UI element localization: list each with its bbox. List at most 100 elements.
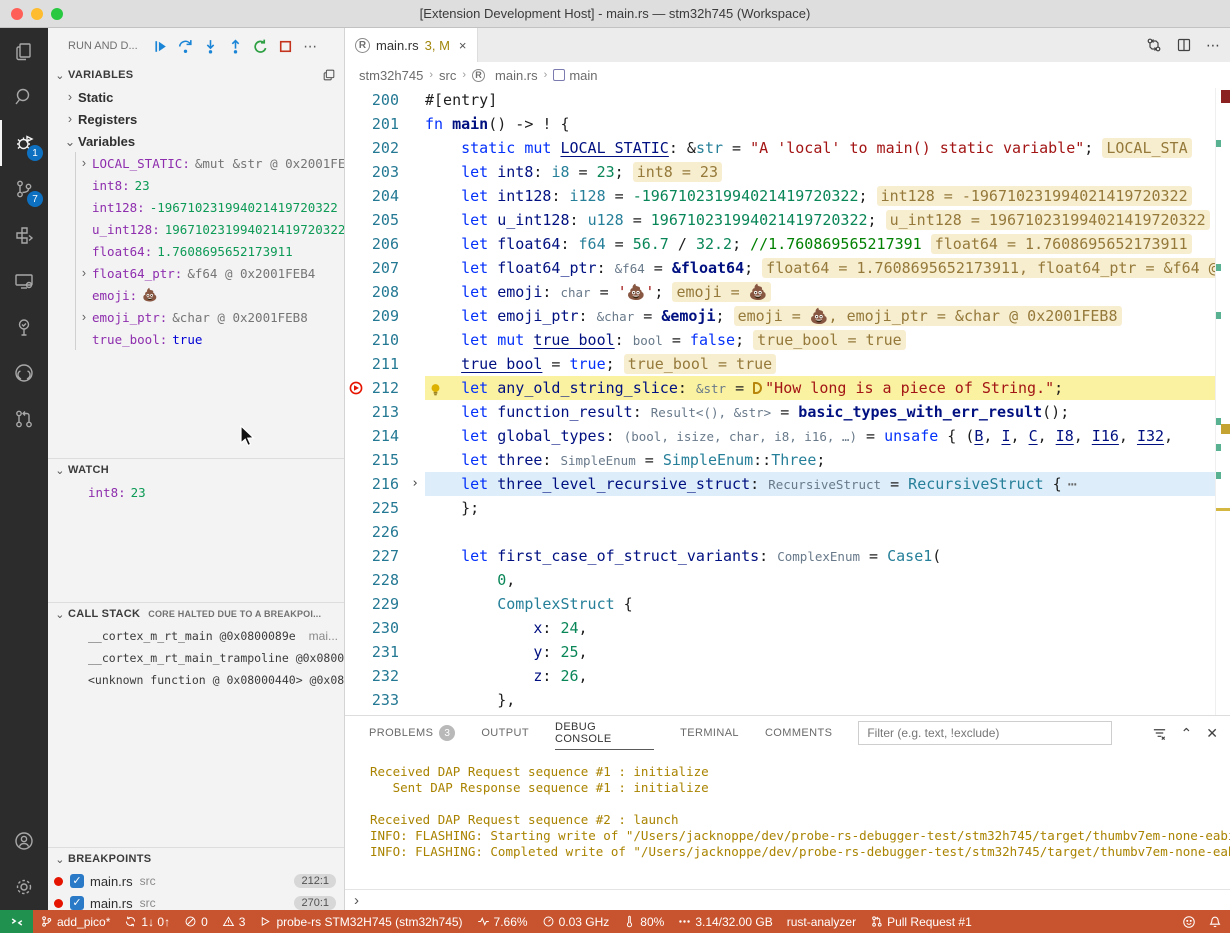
breakpoint-row[interactable]: ✓main.rssrc212:1 <box>48 870 344 892</box>
source-control-icon[interactable]: 7 <box>0 166 48 212</box>
remote-explorer-icon[interactable] <box>0 258 48 304</box>
code-line-213[interactable]: 213 let function_result: Result<(), &str… <box>345 400 1230 424</box>
panel-tab-comments[interactable]: COMMENTS <box>765 716 832 750</box>
breakpoints-header[interactable]: ⌄ BREAKPOINTS <box>48 848 344 870</box>
breakpoint-margin[interactable] <box>345 328 367 352</box>
breakpoint-margin[interactable] <box>345 256 367 280</box>
remote-indicator[interactable] <box>0 910 33 933</box>
breakpoint-row[interactable]: ✓main.rssrc270:1 <box>48 892 344 910</box>
breakpoint-checkbox[interactable]: ✓ <box>70 874 84 888</box>
debug-console-input-row[interactable]: › <box>345 889 1230 910</box>
panel-tab-terminal[interactable]: TERMINAL <box>680 716 739 750</box>
console-filter-input[interactable] <box>858 721 1111 745</box>
editor-more-actions-icon[interactable]: ⋯ <box>1206 37 1220 54</box>
breakpoint-margin[interactable] <box>345 592 367 616</box>
variable-row[interactable]: int128:-196710231994021419720322 <box>76 196 344 218</box>
current-breakpoint-icon[interactable] <box>345 376 367 400</box>
panel-tab-debug-console[interactable]: DEBUG CONSOLE <box>555 716 654 750</box>
variable-row[interactable]: emoji:💩 <box>76 284 344 306</box>
code-line-202[interactable]: 202 static mut LOCAL_STATIC: &str = "A '… <box>345 136 1230 160</box>
close-panel-icon[interactable]: ✕ <box>1206 725 1218 742</box>
code-line-232[interactable]: 232 z: 26, <box>345 664 1230 688</box>
breakpoint-margin[interactable] <box>345 184 367 208</box>
breakpoint-margin[interactable] <box>345 712 367 715</box>
run-and-debug-icon[interactable]: 1 <box>0 120 48 166</box>
code-line-216[interactable]: 216› let three_level_recursive_struct: R… <box>345 472 1230 496</box>
code-line-228[interactable]: 228 0, <box>345 568 1230 592</box>
scope-row[interactable]: ›Static <box>48 86 344 108</box>
breakpoint-margin[interactable] <box>345 280 367 304</box>
breakpoint-margin[interactable] <box>345 616 367 640</box>
split-editor-icon[interactable] <box>1176 37 1192 53</box>
status-item-0-03-ghz[interactable]: 0.03 GHz <box>535 915 617 929</box>
tab-main-rs[interactable]: R main.rs 3, M × <box>345 28 478 62</box>
breakpoint-margin[interactable] <box>345 88 367 112</box>
step-out-button[interactable] <box>223 35 248 57</box>
code-line-211[interactable]: 211 true_bool = true; true_bool = true <box>345 352 1230 376</box>
scope-row[interactable]: ›Registers <box>48 108 344 130</box>
debug-more-actions-icon[interactable]: ⋯ <box>298 35 323 57</box>
variable-row[interactable]: ›emoji_ptr:&char @ 0x2001FEB8 <box>76 306 344 328</box>
status-item-3[interactable]: 3 <box>215 915 253 929</box>
variable-row[interactable]: u_int128:196710231994021419720322 <box>76 218 344 240</box>
breakpoint-margin[interactable] <box>345 568 367 592</box>
test-explorer-icon[interactable] <box>0 304 48 350</box>
code-line-209[interactable]: 209 let emoji_ptr: &char = &emoji; emoji… <box>345 304 1230 328</box>
stack-frame-row[interactable]: __cortex_m_rt_main @0x0800089emai... <box>48 625 344 647</box>
breakpoint-margin[interactable] <box>345 448 367 472</box>
maximize-panel-icon[interactable]: ⌃ <box>1181 725 1193 742</box>
overview-ruler[interactable] <box>1215 88 1230 715</box>
variables-header[interactable]: ⌄ VARIABLES <box>48 64 344 86</box>
breakpoint-margin[interactable] <box>345 400 367 424</box>
code-line-203[interactable]: 203 let int8: i8 = 23; int8 = 23 <box>345 160 1230 184</box>
call-stack-header[interactable]: ⌄ CALL STACK CORE HALTED DUE TO A BREAKP… <box>48 603 344 625</box>
breakpoint-margin[interactable] <box>345 352 367 376</box>
breadcrumb-symbol[interactable]: main <box>553 68 597 83</box>
code-line-205[interactable]: 205 let u_int128: u128 = 196710231994021… <box>345 208 1230 232</box>
code-line-201[interactable]: 201fn main() -> ! { <box>345 112 1230 136</box>
code-line-227[interactable]: 227 let first_case_of_struct_variants: C… <box>345 544 1230 568</box>
restart-button[interactable] <box>248 35 273 57</box>
breakpoint-margin[interactable] <box>345 472 367 496</box>
code-line-233[interactable]: 233 }, <box>345 688 1230 712</box>
breakpoint-margin[interactable] <box>345 112 367 136</box>
code-editor[interactable]: 200#[entry]201fn main() -> ! {202 static… <box>345 88 1230 715</box>
status-item-rust-analyzer[interactable]: rust-analyzer <box>780 915 863 929</box>
breakpoint-margin[interactable] <box>345 688 367 712</box>
code-line-207[interactable]: 207 let float64_ptr: &f64 = &float64; fl… <box>345 256 1230 280</box>
status-item-0[interactable]: 0 <box>177 915 215 929</box>
code-line-215[interactable]: 215 let three: SimpleEnum = SimpleEnum::… <box>345 448 1230 472</box>
continue-button[interactable] <box>148 35 173 57</box>
account-icon[interactable] <box>0 818 48 864</box>
panel-tab-output[interactable]: OUTPUT <box>481 716 529 750</box>
status-item-1-0[interactable]: 1↓ 0↑ <box>117 915 177 929</box>
scope-row[interactable]: ⌄Variables <box>48 130 344 152</box>
variable-row[interactable]: ›LOCAL_STATIC:&mut &str @ 0x2001FE78 <box>76 152 344 174</box>
code-line-210[interactable]: 210 let mut true_bool: bool = false; tru… <box>345 328 1230 352</box>
code-line-200[interactable]: 200#[entry] <box>345 88 1230 112</box>
breakpoint-margin[interactable] <box>345 640 367 664</box>
code-line-206[interactable]: 206 let float64: f64 = 56.7 / 32.2; //1.… <box>345 232 1230 256</box>
status-item-add-pico[interactable]: add_pico* <box>33 915 117 929</box>
status-item-7-66[interactable]: 7.66% <box>470 915 535 929</box>
stop-button[interactable] <box>273 35 298 57</box>
variable-row[interactable]: int8:23 <box>76 174 344 196</box>
pull-request-icon[interactable] <box>0 396 48 442</box>
breakpoint-margin[interactable] <box>345 136 367 160</box>
bell-icon[interactable] <box>1208 915 1222 929</box>
breakpoint-margin[interactable] <box>345 232 367 256</box>
stack-frame-row[interactable]: __cortex_m_rt_main_trampoline @0x0800081 <box>48 647 344 669</box>
collapse-all-icon[interactable] <box>322 68 336 82</box>
github-icon[interactable] <box>0 350 48 396</box>
settings-gear-icon[interactable] <box>0 864 48 910</box>
code-line-231[interactable]: 231 y: 25, <box>345 640 1230 664</box>
debug-console-output[interactable]: Received DAP Request sequence #1 : initi… <box>345 750 1230 889</box>
code-line-226[interactable]: 226 <box>345 520 1230 544</box>
code-line-212[interactable]: 212 let any_old_string_slice: &str = "Ho… <box>345 376 1230 400</box>
step-into-button[interactable] <box>198 35 223 57</box>
status-item-80[interactable]: 80% <box>616 915 671 929</box>
breadcrumb-src[interactable]: src <box>439 68 456 83</box>
code-line-230[interactable]: 230 x: 24, <box>345 616 1230 640</box>
code-line-204[interactable]: 204 let int128: i128 = -1967102319940214… <box>345 184 1230 208</box>
variable-row[interactable]: float64:1.7608695652173911 <box>76 240 344 262</box>
